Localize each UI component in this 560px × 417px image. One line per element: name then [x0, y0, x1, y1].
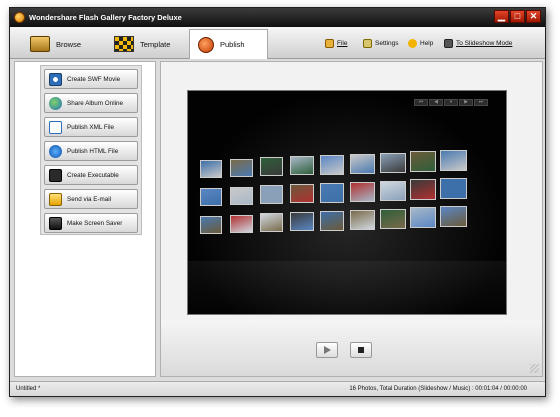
menu-settings[interactable]: Settings — [363, 39, 399, 48]
photo-thumbnail[interactable] — [260, 185, 283, 205]
photo-thumbnail[interactable] — [410, 179, 436, 201]
tab-browse-label: Browse — [56, 39, 82, 49]
exe-icon — [49, 168, 62, 182]
publish-xml-label: Publish XML File — [67, 123, 115, 131]
send-email-button[interactable]: Send via E-mail — [44, 189, 138, 209]
photo-thumbnail[interactable] — [320, 211, 344, 231]
play-icon — [323, 346, 331, 354]
share-album-button[interactable]: Share Album Online — [44, 93, 138, 113]
share-album-label: Share Album Online — [67, 99, 124, 107]
photo-thumbnail[interactable] — [230, 214, 253, 233]
settings-icon — [363, 39, 372, 48]
window-controls: ▁ □ ✕ — [494, 10, 541, 23]
tab-template[interactable]: Template — [114, 29, 170, 59]
photo-thumbnail[interactable] — [410, 207, 436, 229]
minimize-button[interactable]: ▁ — [494, 10, 509, 23]
menu-slideshow-mode[interactable]: To Slideshow Mode — [444, 39, 512, 48]
photo-thumbnail[interactable] — [230, 186, 253, 205]
photo-thumbnail[interactable] — [260, 213, 283, 233]
publish-actions-panel: Create SWF Movie Share Album Online Publ… — [40, 65, 142, 235]
menu-file[interactable]: File — [325, 39, 347, 48]
photo-thumbnail[interactable] — [350, 153, 375, 174]
html-ie-icon — [49, 144, 62, 158]
mini-first-button[interactable]: ⏮ — [414, 99, 428, 106]
create-swf-button[interactable]: Create SWF Movie — [44, 69, 138, 89]
stop-button[interactable] — [350, 342, 372, 358]
photo-thumbnail[interactable] — [320, 155, 344, 175]
file-icon — [325, 39, 334, 48]
publish-xml-button[interactable]: Publish XML File — [44, 117, 138, 137]
publish-sidebar: Create SWF Movie Share Album Online Publ… — [14, 61, 156, 377]
photo-thumbnail[interactable] — [350, 181, 375, 202]
email-icon — [49, 192, 62, 206]
photo-thumbnail[interactable] — [350, 209, 375, 230]
photo-thumbnail[interactable] — [230, 158, 253, 177]
photo-thumbnail[interactable] — [290, 156, 314, 176]
main-toolbar: Browse Template Publish File Settings He… — [10, 27, 545, 59]
title-bar[interactable]: Wondershare Flash Gallery Factory Deluxe… — [10, 8, 545, 27]
photo-thumbnail[interactable] — [260, 157, 283, 177]
playback-bar — [161, 320, 542, 376]
screen-saver-icon — [49, 216, 62, 230]
close-button[interactable]: ✕ — [526, 10, 541, 23]
slideshow-icon — [444, 39, 453, 48]
status-bar: Untitled * 16 Photos, Total Duration (Sl… — [10, 381, 545, 396]
photo-thumbnail[interactable] — [410, 151, 436, 173]
mini-pause-button[interactable]: ⏸ — [444, 99, 458, 106]
publish-html-label: Publish HTML File — [67, 147, 119, 155]
photo-thumbnail[interactable] — [200, 187, 222, 206]
menu-help[interactable]: Help — [408, 39, 433, 48]
stop-icon — [358, 347, 364, 353]
play-button[interactable] — [316, 342, 338, 358]
photo-thumbnail[interactable] — [200, 215, 222, 234]
photo-thumbnail[interactable] — [380, 152, 406, 173]
menu-settings-label: Settings — [375, 40, 399, 47]
photo-thumbnail[interactable] — [380, 208, 406, 229]
photo-thumbnail[interactable] — [320, 183, 344, 203]
photo-duration-summary: 16 Photos, Total Duration (Slideshow / M… — [349, 386, 527, 392]
menu-file-label: File — [337, 40, 348, 47]
tab-browse[interactable]: Browse — [30, 29, 81, 59]
folder-icon — [30, 36, 50, 52]
preview-pane: ⏮ ◀ ⏸ ▶ ⏭ — [160, 61, 543, 377]
photo-thumbnail[interactable] — [290, 184, 314, 204]
photo-thumbnail[interactable] — [440, 178, 467, 200]
tab-template-label: Template — [140, 39, 171, 49]
publish-icon — [198, 36, 214, 53]
help-icon — [408, 39, 417, 48]
photo-thumbnail[interactable] — [380, 180, 406, 201]
mini-prev-button[interactable]: ◀ — [429, 99, 443, 106]
publish-html-button[interactable]: Publish HTML File — [44, 141, 138, 161]
app-logo-icon — [14, 12, 25, 23]
create-swf-label: Create SWF Movie — [67, 75, 121, 83]
make-screen-saver-button[interactable]: Make Screen Saver — [44, 213, 138, 233]
mini-next-button[interactable]: ▶ — [459, 99, 473, 106]
photo-thumbnail[interactable] — [200, 159, 222, 178]
photo-thumbnail[interactable] — [440, 206, 467, 228]
xml-file-icon — [49, 120, 62, 134]
create-executable-label: Create Executable — [67, 171, 119, 179]
make-screen-saver-label: Make Screen Saver — [67, 219, 123, 227]
photo-thumbnail[interactable] — [290, 212, 314, 232]
template-icon — [114, 36, 134, 52]
share-globe-icon — [49, 96, 62, 110]
swf-icon — [49, 72, 62, 86]
gallery-mini-controls: ⏮ ◀ ⏸ ▶ ⏭ — [414, 99, 488, 106]
photo-thumbnail[interactable] — [440, 150, 467, 172]
maximize-button[interactable]: □ — [510, 10, 525, 23]
app-window: Wondershare Flash Gallery Factory Deluxe… — [9, 7, 546, 397]
send-email-label: Send via E-mail — [67, 195, 112, 203]
tab-publish[interactable]: Publish — [189, 29, 268, 59]
window-title: Wondershare Flash Gallery Factory Deluxe — [29, 13, 182, 22]
menu-help-label: Help — [420, 40, 434, 47]
photo-wall-reflection — [188, 261, 506, 316]
create-executable-button[interactable]: Create Executable — [44, 165, 138, 185]
menu-slideshow-label: To Slideshow Mode — [456, 40, 513, 47]
project-name: Untitled * — [16, 386, 41, 392]
photo-wall — [188, 149, 467, 269]
gallery-preview-stage[interactable]: ⏮ ◀ ⏸ ▶ ⏭ — [187, 90, 507, 316]
tab-publish-label: Publish — [220, 40, 245, 49]
resize-grip[interactable] — [530, 364, 539, 373]
mini-last-button[interactable]: ⏭ — [474, 99, 488, 106]
